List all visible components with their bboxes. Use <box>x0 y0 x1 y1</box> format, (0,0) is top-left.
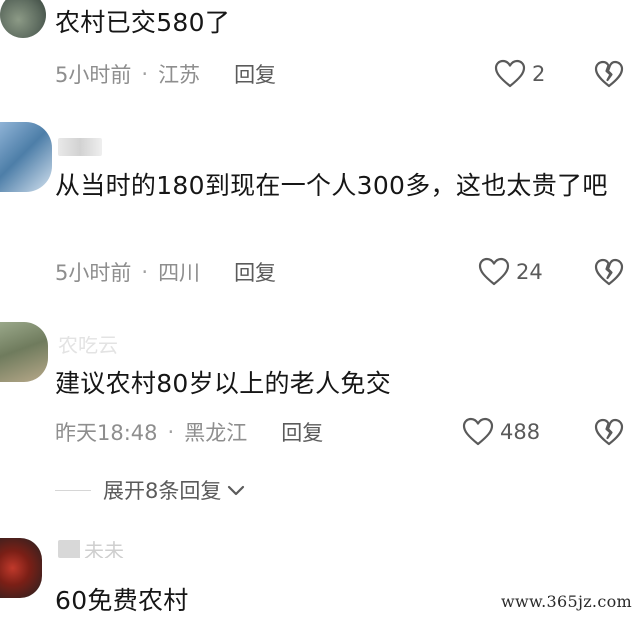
reply-button[interactable]: 回复 <box>234 257 276 287</box>
comment-location: 黑龙江 <box>184 421 248 445</box>
expand-replies-button[interactable]: 展开8条回复 <box>55 474 247 506</box>
divider-line <box>55 489 91 491</box>
reply-button[interactable]: 回复 <box>281 417 323 447</box>
avatar[interactable] <box>0 322 48 382</box>
comment-location: 四川 <box>158 261 201 285</box>
like-button[interactable]: 24 <box>478 257 543 287</box>
comment-content: 从当时的180到现在一个人300多，这也太贵了吧 <box>55 171 608 200</box>
avatar[interactable] <box>0 0 46 38</box>
like-count: 24 <box>516 260 543 284</box>
heart-outline-icon <box>478 257 510 286</box>
comment-meta: 昨天18:48 · 黑龙江 回复 <box>55 417 323 447</box>
nickname-blurred <box>58 138 102 156</box>
heart-outline-icon <box>494 59 526 88</box>
chevron-down-icon <box>228 485 245 496</box>
nickname: 未未 <box>58 540 158 558</box>
broken-heart-icon[interactable] <box>594 59 624 89</box>
comment-time: 5小时前 <box>55 63 132 87</box>
like-button[interactable]: 488 <box>462 417 540 447</box>
comment-content: 农村已交580了 <box>55 8 231 37</box>
reply-button[interactable]: 回复 <box>234 59 276 89</box>
comment-location: 江苏 <box>158 63 201 87</box>
like-button[interactable]: 2 <box>494 59 545 89</box>
separator-dot: · <box>167 420 175 444</box>
comment-meta: 5小时前 · 江苏 回复 <box>55 59 276 89</box>
comment-content: 60免费农村 <box>55 586 189 615</box>
broken-heart-icon[interactable] <box>594 257 624 287</box>
comment-content: 建议农村80岁以上的老人免交 <box>55 369 392 398</box>
separator-dot: · <box>141 62 149 86</box>
separator-dot: · <box>141 260 149 284</box>
avatar[interactable] <box>0 538 42 598</box>
comment-list: 农村已交580了 5小时前 · 江苏 回复 2 从当时的180到现在一个人300… <box>0 0 640 617</box>
comment-time: 昨天18:48 <box>55 421 158 445</box>
like-count: 488 <box>500 420 541 444</box>
expand-replies-label: 展开8条回复 <box>103 479 222 503</box>
watermark: www.365jz.com <box>501 592 632 611</box>
like-count: 2 <box>532 62 546 86</box>
broken-heart-icon[interactable] <box>594 417 624 447</box>
comment-meta: 5小时前 · 四川 回复 <box>55 257 276 287</box>
heart-outline-icon <box>462 417 494 446</box>
comment-time: 5小时前 <box>55 261 132 285</box>
avatar[interactable] <box>0 122 52 192</box>
nickname: 农吃云 <box>58 336 118 354</box>
